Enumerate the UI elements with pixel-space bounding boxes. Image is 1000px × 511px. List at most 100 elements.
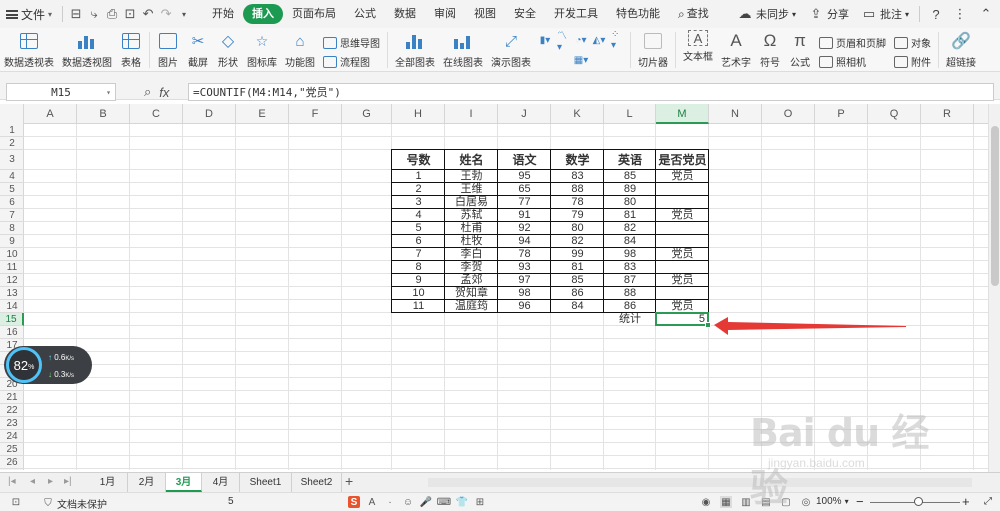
column-header-d[interactable]: D <box>183 104 236 124</box>
all-charts-button[interactable]: 全部图表 <box>391 28 439 72</box>
row-header-1[interactable]: 1 <box>0 124 24 137</box>
undo-icon[interactable]: ↶ <box>139 5 157 23</box>
prev-sheet-icon[interactable]: ◂ <box>30 476 35 487</box>
tab-security[interactable]: 安全 <box>505 4 545 24</box>
sheet-tab-5[interactable]: Sheet2 <box>292 473 342 492</box>
status-layout-icon[interactable]: ⊡ <box>10 496 22 508</box>
pie-chart-icon[interactable]: ◔▾ <box>575 34 587 46</box>
row-header-21[interactable]: 21 <box>0 391 24 404</box>
sheet-tab-2[interactable]: 3月 <box>166 473 202 492</box>
tab-insert[interactable]: 插入 <box>243 4 284 24</box>
network-speed-widget[interactable]: 82% ↑ 0.6K/s ↓ 0.3K/s <box>4 346 92 384</box>
share-button[interactable]: ⇪ 分享 <box>802 6 855 22</box>
slicer-button[interactable]: 切片器 <box>634 28 672 72</box>
table-button[interactable]: 表格 <box>116 28 146 72</box>
column-header-l[interactable]: L <box>604 104 656 124</box>
symbol-button[interactable]: Ω 符号 <box>755 28 785 72</box>
sheet-tab-3[interactable]: 4月 <box>202 473 240 492</box>
row-header-26[interactable]: 26 <box>0 456 24 469</box>
row-header-22[interactable]: 22 <box>0 404 24 417</box>
customize-icon[interactable]: ▾ <box>175 5 193 23</box>
row-header-23[interactable]: 23 <box>0 417 24 430</box>
row-header-3[interactable]: 3 <box>0 150 24 170</box>
help-icon[interactable]: ? <box>928 6 944 22</box>
collapse-ribbon-icon[interactable]: ⌃ <box>978 6 994 22</box>
pivot-table-button[interactable]: 数据透视表 <box>0 28 58 72</box>
table-header-cell[interactable]: 语文 <box>498 150 551 170</box>
row-header-9[interactable]: 9 <box>0 235 24 248</box>
active-cell[interactable] <box>655 312 711 328</box>
online-chart-button[interactable]: 在线图表 <box>439 28 487 72</box>
column-header-e[interactable]: E <box>236 104 289 124</box>
tab-data[interactable]: 数据 <box>385 4 425 24</box>
next-sheet-icon[interactable]: ▸ <box>48 476 53 487</box>
row-header-13[interactable]: 13 <box>0 287 24 300</box>
row-header-15[interactable]: 15 <box>0 313 24 326</box>
print-icon[interactable]: ⎙ <box>103 5 121 23</box>
table-header-cell[interactable]: 是否党员 <box>656 150 709 170</box>
table-header-cell[interactable]: 英语 <box>604 150 656 170</box>
column-header-o[interactable]: O <box>762 104 815 124</box>
screenshot-button[interactable]: ✂ 截屏 <box>183 28 213 72</box>
sync-button[interactable]: ☁ 未同步 ▾ <box>731 6 802 22</box>
column-header-a[interactable]: A <box>24 104 77 124</box>
name-box[interactable]: M15 ▾ <box>6 83 116 101</box>
other-chart-icon[interactable]: ▦▾ <box>574 54 588 66</box>
row-header-16[interactable]: 16 <box>0 326 24 339</box>
zoom-icon[interactable]: ⌕ <box>144 84 151 100</box>
sheet-tab-4[interactable]: Sheet1 <box>240 473 292 492</box>
tab-formula[interactable]: 公式 <box>345 4 385 24</box>
row-header-12[interactable]: 12 <box>0 274 24 287</box>
ime-toolbar[interactable]: S A · ☺ 🎤 ⌨ 👕 ⊞ <box>348 496 486 508</box>
column-header-i[interactable]: I <box>445 104 498 124</box>
tab-home[interactable]: 开始 <box>203 4 243 24</box>
add-sheet-icon[interactable]: + <box>345 473 353 489</box>
fill-handle[interactable] <box>705 322 711 328</box>
line-chart-icon[interactable]: 〽▾ <box>557 31 569 53</box>
doc-protect-status[interactable]: ⛉ 文档未保护 <box>42 496 107 511</box>
tab-review[interactable]: 审阅 <box>425 4 465 24</box>
row-header-6[interactable]: 6 <box>0 196 24 209</box>
column-header-n[interactable]: N <box>709 104 762 124</box>
tab-special[interactable]: 特色功能 <box>607 4 669 24</box>
equation-button[interactable]: π 公式 <box>785 28 815 72</box>
vertical-scrollbar[interactable] <box>988 104 1000 472</box>
eye-icon[interactable]: ◉ <box>700 496 712 508</box>
bar-chart-icon[interactable]: ▮▾ <box>539 34 551 46</box>
row-header-2[interactable]: 2 <box>0 137 24 150</box>
row-header-24[interactable]: 24 <box>0 430 24 443</box>
hyperlink-button[interactable]: 🔗 超链接 <box>942 28 980 72</box>
first-sheet-icon[interactable]: |◂ <box>8 476 16 487</box>
function-chart-button[interactable]: ⌂ 功能图 <box>281 28 319 72</box>
tab-developer[interactable]: 开发工具 <box>545 4 607 24</box>
row-header-25[interactable]: 25 <box>0 443 24 456</box>
file-menu[interactable]: 文件 ▾ <box>0 3 58 25</box>
column-header-k[interactable]: K <box>551 104 604 124</box>
column-header-r[interactable]: R <box>921 104 974 124</box>
redo-icon[interactable]: ↷ <box>157 5 175 23</box>
more-icon[interactable]: ⋮ <box>952 6 968 22</box>
camera-button[interactable]: 照相机 <box>819 54 886 69</box>
pivot-chart-button[interactable]: 数据透视图 <box>58 28 116 72</box>
textbox-button[interactable]: A 文本框 <box>679 28 717 72</box>
fx-icon[interactable]: fx <box>159 85 169 100</box>
tab-page-layout[interactable]: 页面布局 <box>283 4 345 24</box>
sheet-tab-1[interactable]: 2月 <box>128 473 166 492</box>
row-header-7[interactable]: 7 <box>0 209 24 222</box>
column-header-p[interactable]: P <box>815 104 868 124</box>
column-header-c[interactable]: C <box>130 104 183 124</box>
comment-button[interactable]: ▭ 批注 ▾ <box>855 6 915 22</box>
scrollbar-thumb[interactable] <box>991 126 999 286</box>
mindmap-button[interactable]: 思维导图 <box>323 35 380 50</box>
column-header-m[interactable]: M <box>656 104 709 124</box>
picture-button[interactable]: 图片 <box>153 28 183 72</box>
sheet-tab-0[interactable]: 1月 <box>88 473 128 492</box>
table-header-cell[interactable]: 号数 <box>392 150 445 170</box>
attachment-button[interactable]: 附件 <box>894 54 931 69</box>
demo-chart-button[interactable]: ⤢ 演示图表 <box>487 28 535 72</box>
flowchart-button[interactable]: 流程图 <box>323 54 380 69</box>
row-header-10[interactable]: 10 <box>0 248 24 261</box>
print-preview-icon[interactable]: ⊡ <box>121 5 139 23</box>
column-header-j[interactable]: J <box>498 104 551 124</box>
fullscreen-icon[interactable]: ⤢ <box>984 496 992 507</box>
